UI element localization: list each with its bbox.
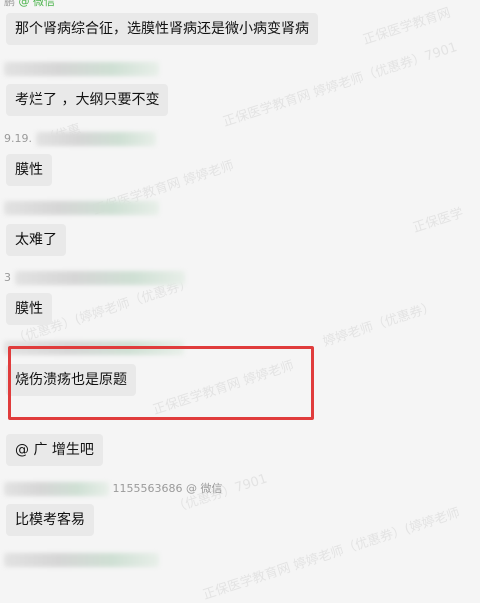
- message-bubble[interactable]: 考烂了 ，大纲只要不变: [6, 84, 169, 116]
- message-bubble[interactable]: 比模考客易: [6, 504, 94, 536]
- sender-name-prefix: 3: [4, 271, 11, 284]
- blurred-sender-name: [4, 482, 109, 496]
- watermark: 正保医学: [411, 205, 466, 237]
- watermark: 婷婷老师（优惠券）: [321, 299, 438, 351]
- sender-meta: 鹏 @ 微信: [4, 0, 55, 10]
- sender-meta: 3: [4, 270, 185, 286]
- wechat-tag: @ 微信: [18, 0, 56, 8]
- blurred-sender-name: [4, 553, 159, 567]
- sender-name-prefix: 9.19.: [4, 132, 32, 145]
- sender-meta: [4, 552, 159, 568]
- sender-meta: [4, 61, 159, 77]
- blurred-sender-name: [4, 201, 159, 215]
- blurred-sender-name: [4, 62, 159, 76]
- message-bubble[interactable]: 太难了: [6, 224, 66, 256]
- highlight-box: [8, 346, 314, 420]
- message-bubble[interactable]: 膜性: [6, 154, 52, 186]
- sender-name-prefix: 鹏: [4, 0, 15, 8]
- watermark: 正保医学教育网: [361, 5, 453, 49]
- sender-meta: 9.19.: [4, 131, 156, 147]
- watermark: 正保医学教育网 婷婷老师（优惠券）(婷婷老师: [201, 505, 462, 603]
- blurred-sender-name: [35, 132, 156, 146]
- watermark: 正保医学教育网 婷婷老师（优惠券）7901: [221, 40, 460, 131]
- message-bubble[interactable]: 那个肾病综合征，选膜性肾病还是微小病变肾病: [6, 13, 318, 45]
- blurred-sender-name: [14, 271, 185, 285]
- message-bubble[interactable]: @ 广 增生吧: [6, 434, 103, 466]
- sender-meta: 1155563686 @ 微信: [4, 481, 222, 497]
- sender-id: 1155563686 @ 微信: [112, 482, 223, 495]
- sender-meta: [4, 200, 159, 216]
- message-bubble[interactable]: 膜性: [6, 293, 52, 325]
